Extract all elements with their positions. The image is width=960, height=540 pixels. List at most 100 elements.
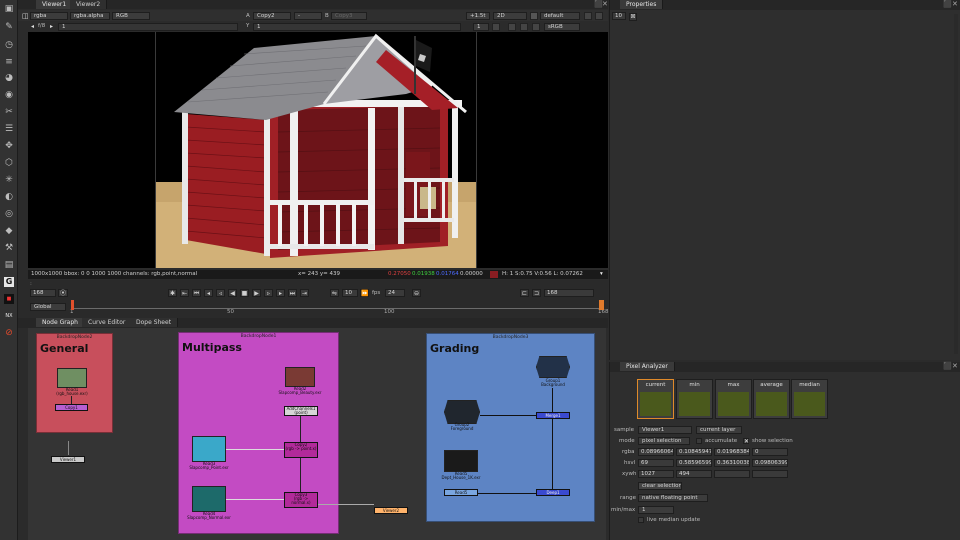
properties-menu-icon[interactable]: ⬛ <box>943 0 952 8</box>
tab-pixel-analyzer[interactable]: Pixel Analyzer <box>620 362 675 371</box>
cache-toggle[interactable] <box>532 23 540 31</box>
swatch-current[interactable]: current <box>637 379 674 419</box>
tab-properties[interactable]: Properties <box>620 0 664 9</box>
lock-panels-icon[interactable]: ⊠ <box>629 13 637 21</box>
refresh-toggle[interactable] <box>508 23 516 31</box>
range-lock-icon[interactable]: ⦿ <box>58 289 68 297</box>
layer-select-dropdown[interactable]: current layer <box>696 426 742 434</box>
foundry-icon[interactable]: ■ <box>4 294 14 304</box>
fps-icon[interactable]: ⏩ <box>360 289 369 297</box>
lut-dropdown[interactable]: default <box>540 12 580 20</box>
rgba-b-field[interactable]: 0.01968384 <box>714 448 750 456</box>
viewer-icon[interactable]: ▣ <box>4 4 14 14</box>
deep-icon[interactable]: ◐ <box>4 192 14 202</box>
in-marker[interactable] <box>71 300 74 310</box>
xywh-w-field[interactable] <box>714 470 750 478</box>
zoom-dropdown[interactable]: +1.5t <box>466 12 490 20</box>
gain-next-icon[interactable]: ▸ <box>50 23 53 30</box>
prev-keyframe-icon[interactable]: ⇤ <box>180 289 189 297</box>
tab-node-graph[interactable]: Node Graph <box>36 318 85 327</box>
mode-dropdown[interactable]: pixel selection <box>638 437 690 445</box>
tab-curve-editor[interactable]: Curve Editor <box>82 318 133 327</box>
read3-thumbnail[interactable] <box>192 436 226 462</box>
tab-viewer1[interactable]: Viewer1 <box>36 0 74 9</box>
fps-field[interactable]: 24 <box>385 289 405 297</box>
nukex-icon[interactable]: NX <box>4 311 14 321</box>
rgba-g-field[interactable]: 0.10845947 <box>676 448 712 456</box>
playback-mode-icon[interactable]: ⇋ <box>330 289 339 297</box>
stop-icon[interactable]: ■ <box>240 289 249 297</box>
playhead[interactable] <box>599 300 604 310</box>
overlay-toggle[interactable] <box>584 12 592 20</box>
wipe-dropdown[interactable]: - <box>294 12 322 20</box>
pause-toggle[interactable] <box>520 23 528 31</box>
last-frame-icon[interactable]: ⏭ <box>288 289 297 297</box>
step-forward-icon[interactable]: ▸ <box>276 289 285 297</box>
frame-field[interactable]: 168 <box>30 289 56 297</box>
read1-thumbnail[interactable] <box>57 368 87 388</box>
frame-input[interactable]: 1 <box>473 23 489 31</box>
close-icon[interactable]: ✕ <box>602 0 608 8</box>
step-back-icon[interactable]: ◂ <box>204 289 213 297</box>
group1-thumbnail[interactable] <box>536 356 570 378</box>
layer-dropdown[interactable]: rgba.alpha <box>70 12 110 20</box>
paint-icon[interactable]: ✎ <box>4 22 14 32</box>
transform-icon[interactable]: ✥ <box>4 141 14 151</box>
keyer-icon[interactable]: ✂ <box>4 107 14 117</box>
swatch-max[interactable]: max <box>715 379 752 419</box>
copy2-node[interactable]: Copy2 (rgb -> point.x) <box>284 442 318 458</box>
xywh-x-field[interactable]: 1027 <box>638 470 674 478</box>
live-median-checkbox[interactable] <box>638 517 644 523</box>
addchannels-node[interactable]: AddChannels1 (point) <box>284 406 318 416</box>
tab-dope-sheet[interactable]: Dope Sheet <box>130 318 179 327</box>
show-selection-checkbox[interactable]: ✕ <box>743 438 749 445</box>
lut-icon[interactable] <box>530 12 538 20</box>
gamma-slider[interactable]: 1 <box>253 23 461 31</box>
swatch-median[interactable]: median <box>791 379 828 419</box>
max-panels-field[interactable]: 10 <box>612 12 626 20</box>
hsvl-l-field[interactable]: 0.09806399 <box>752 459 788 467</box>
views-icon[interactable]: ◎ <box>4 209 14 219</box>
viewer2-node[interactable]: Viewer2 <box>374 507 408 514</box>
view-scope-dropdown[interactable]: Global <box>30 303 66 311</box>
end-frame-field[interactable]: 168 <box>544 289 594 297</box>
gain-slider[interactable]: 1 <box>58 23 238 31</box>
accumulate-checkbox[interactable] <box>696 438 702 444</box>
viewer1-node[interactable]: Viewer1 <box>51 456 85 463</box>
proxy-toggle[interactable] <box>492 23 500 31</box>
channels-dropdown[interactable]: rgba <box>30 12 68 20</box>
out-point-icon[interactable]: ⊐ <box>532 289 541 297</box>
range-dropdown[interactable]: native floating point <box>638 494 708 502</box>
transport-settings-icon[interactable]: ✱ <box>168 289 177 297</box>
hsvl-h-field[interactable]: 69 <box>638 459 674 467</box>
group2-thumbnail[interactable] <box>444 400 480 424</box>
colorspace-dropdown[interactable]: sRGB <box>544 23 580 31</box>
merge-node[interactable]: Merge1 <box>536 412 570 419</box>
time-icon[interactable]: ◷ <box>4 40 14 50</box>
analyzer-close-icon[interactable]: ✕ <box>952 362 958 370</box>
copy1-node[interactable]: Copy1 <box>55 404 88 411</box>
rgba-r-field[interactable]: 0.08966064 <box>638 448 674 456</box>
tab-viewer2[interactable]: Viewer2 <box>70 0 108 9</box>
filter-icon[interactable]: ◉ <box>4 90 14 100</box>
g-logo-icon[interactable]: G <box>4 277 14 287</box>
channel-icon[interactable]: ≡ <box>4 57 14 67</box>
forward-one-icon[interactable]: ▹ <box>264 289 273 297</box>
properties-scrollbar[interactable] <box>954 14 958 354</box>
node-graph-canvas[interactable]: BackdropNode2 General Read1 (rgb_house.e… <box>28 328 606 540</box>
merge-icon[interactable]: ☰ <box>4 124 14 134</box>
next-keyframe-icon[interactable]: ⇥ <box>300 289 309 297</box>
in-point-icon[interactable]: ⊏ <box>520 289 529 297</box>
viewer-canvas[interactable] <box>28 32 608 268</box>
deep-read-node[interactable]: Read5 <box>444 489 478 496</box>
metadata-icon[interactable]: ◆ <box>4 226 14 236</box>
analyzer-menu-icon[interactable]: ⬛ <box>943 362 952 370</box>
rgba-a-field[interactable]: 0 <box>752 448 788 456</box>
status-menu-icon[interactable]: ▾ <box>600 270 603 279</box>
other-icon[interactable]: ▤ <box>4 260 14 270</box>
play-forward-icon[interactable]: ▶ <box>252 289 261 297</box>
deep-merge-node[interactable]: Deep1 <box>536 489 570 496</box>
copy3-node[interactable]: Copy3 (rgb -> normal.x) <box>284 492 318 508</box>
xywh-h-field[interactable] <box>752 470 788 478</box>
view-mode-dropdown[interactable]: 2D <box>493 12 527 20</box>
